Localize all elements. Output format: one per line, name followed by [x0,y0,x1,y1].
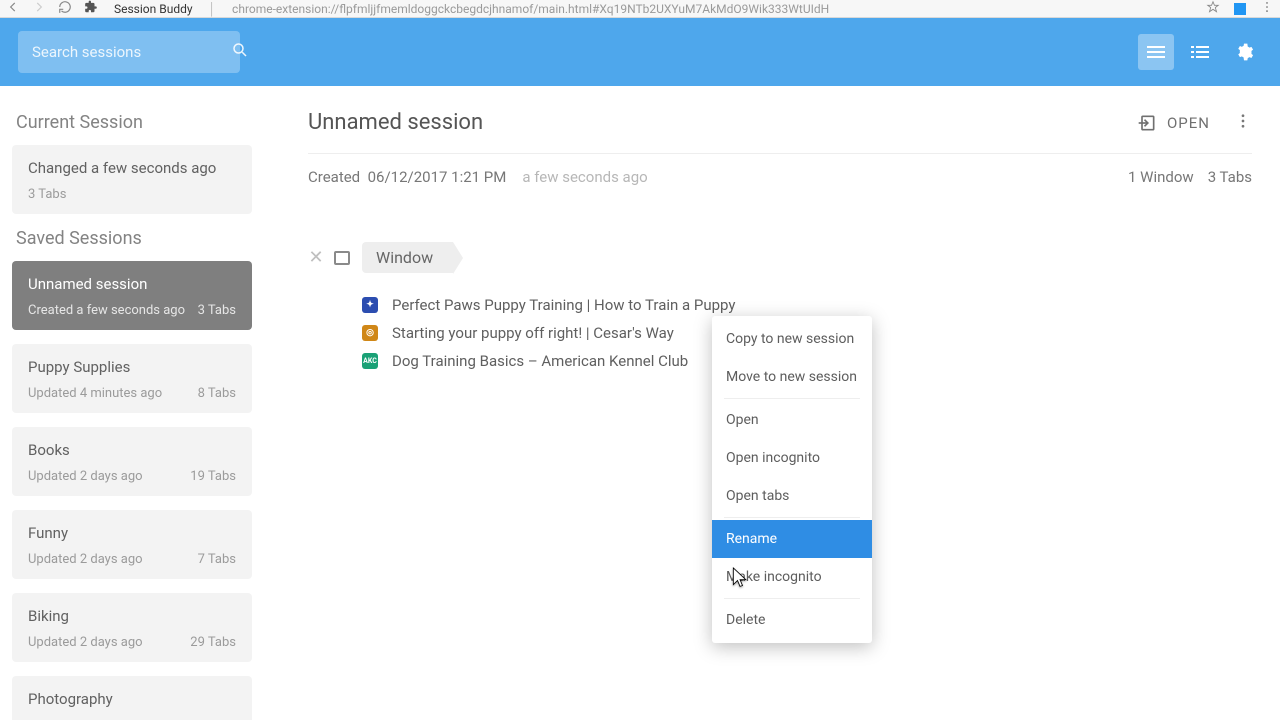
card-title: Funny [28,524,236,542]
extension-name: Session Buddy [114,2,193,16]
menu-item[interactable]: Open incognito [712,439,872,477]
session-menu-button[interactable] [1234,112,1252,134]
menu-item[interactable]: Copy to new session [712,320,872,358]
tab-row[interactable]: ✦ Perfect Paws Puppy Training | How to Tr… [362,291,1252,319]
search-field[interactable] [18,31,240,73]
session-title: Unnamed session [308,110,483,135]
saved-session-card[interactable]: Photography [12,676,252,720]
saved-session-card[interactable]: Puppy Supplies Updated 4 minutes ago8 Ta… [12,344,252,413]
sidebar: Current Session Changed a few seconds ag… [0,86,260,720]
favicon: AKC [362,353,378,369]
menu-item[interactable]: Rename [712,520,872,558]
card-title: Unnamed session [28,275,236,293]
card-title: Photography [28,690,236,708]
settings-button[interactable] [1226,34,1262,70]
main-panel: Unnamed session OPEN Created 06/12/2017 … [260,86,1280,720]
menu-item[interactable]: Open [712,401,872,439]
extension-icon [84,0,98,17]
window-icon [334,251,350,265]
view-list-button[interactable] [1182,34,1218,70]
menu-item[interactable]: Open tabs [712,477,872,515]
menu-item[interactable]: Move to new session [712,358,872,396]
saved-session-card[interactable]: Unnamed session Created a few seconds ag… [12,261,252,330]
menu-item[interactable]: Delete [712,601,872,639]
search-input[interactable] [32,43,231,61]
saved-session-card[interactable]: Funny Updated 2 days ago7 Tabs [12,510,252,579]
card-title: Changed a few seconds ago [28,159,236,177]
favicon: ◎ [362,325,378,341]
saved-session-card[interactable]: Biking Updated 2 days ago29 Tabs [12,593,252,662]
menu-item[interactable]: Make incognito [712,558,872,596]
back-icon[interactable] [6,0,20,17]
window-label[interactable]: Window [362,242,453,273]
sidebar-heading-saved: Saved Sessions [16,228,252,249]
browser-chrome: Session Buddy │ chrome-extension://flpfm… [0,0,1280,18]
search-icon[interactable] [231,41,249,63]
card-title: Books [28,441,236,459]
address-bar[interactable]: chrome-extension://flpfmljjfmemldoggckcb… [232,2,1194,16]
window-context-menu: Copy to new sessionMove to new session Op… [712,316,872,643]
reload-icon[interactable] [58,0,72,17]
forward-icon[interactable] [32,0,46,17]
card-title: Biking [28,607,236,625]
saved-session-card[interactable]: Books Updated 2 days ago19 Tabs [12,427,252,496]
tab-title: Perfect Paws Puppy Training | How to Tra… [392,296,736,314]
browser-menu-icon[interactable] [1260,0,1274,17]
open-session-button[interactable]: OPEN [1137,113,1210,133]
favicon: ✦ [362,297,378,313]
sidebar-heading-current: Current Session [16,112,252,133]
app-header [0,18,1280,86]
bookmark-icon[interactable] [1206,0,1220,17]
extension-badge-icon[interactable] [1234,3,1246,15]
remove-window-button[interactable]: ✕ [308,247,324,268]
tab-title: Starting your puppy off right! | Cesar's… [392,324,674,342]
view-compact-button[interactable] [1138,34,1174,70]
card-title: Puppy Supplies [28,358,236,376]
open-icon [1137,113,1157,133]
session-meta-row: Created 06/12/2017 1:21 PM a few seconds… [308,168,1252,186]
current-session-card[interactable]: Changed a few seconds ago 3 Tabs [12,145,252,214]
tab-title: Dog Training Basics – American Kennel Cl… [392,352,688,370]
